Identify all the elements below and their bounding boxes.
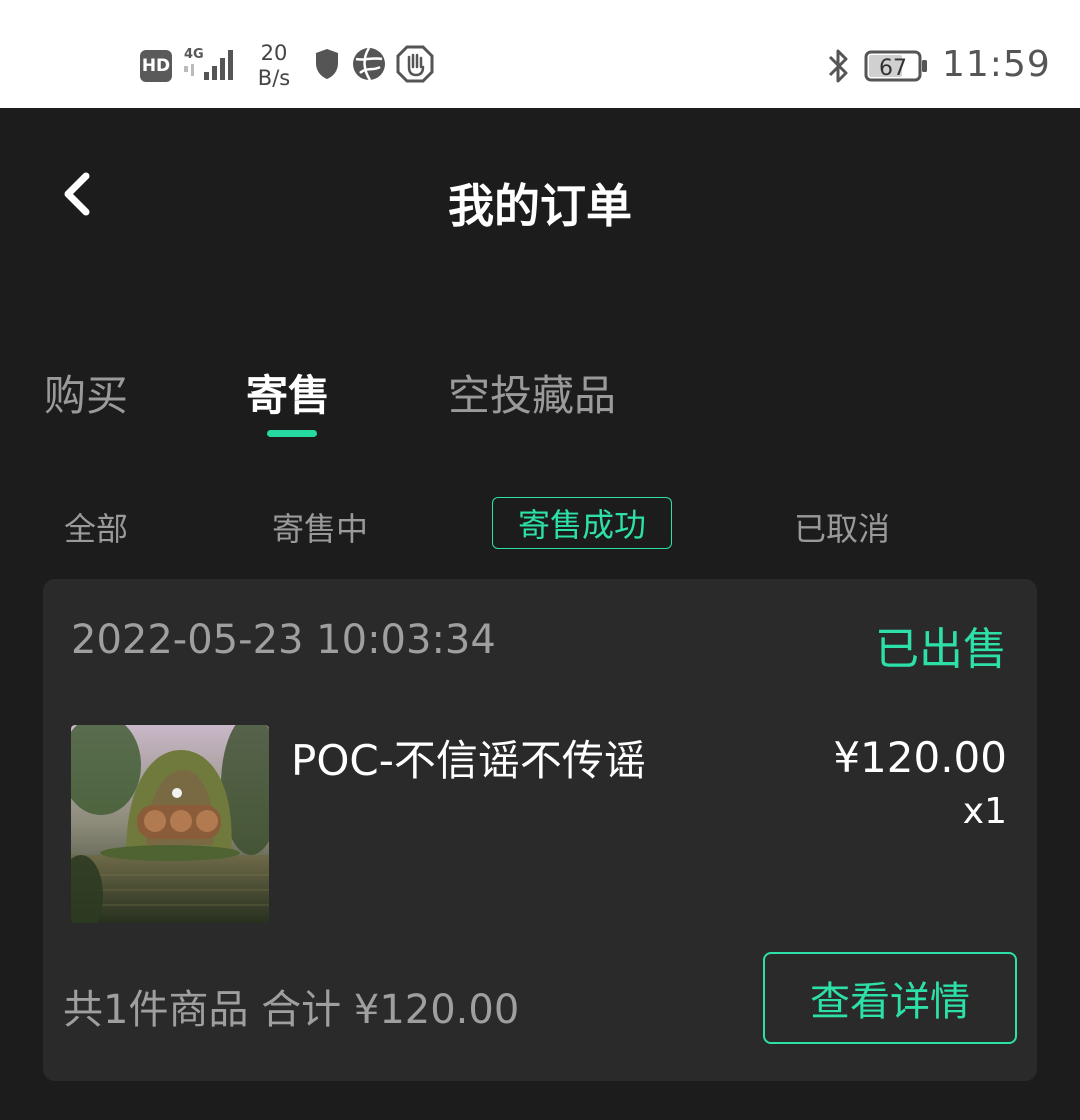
hd-icon: HD [140,50,172,82]
hand-stop-icon [396,44,434,84]
network-speed: 20 B/s [254,38,294,94]
page-title: 我的订单 [448,179,632,233]
clock: 11:59 [942,44,1051,85]
subtab-consigning[interactable]: 寄售中 [272,504,368,550]
subtab-all[interactable]: 全部 [64,504,128,550]
product-quantity: x1 [962,791,1007,832]
shield-icon [308,44,346,84]
subtab-consign-success[interactable]: 寄售成功 [492,497,672,549]
order-summary: 共1件商品 合计 ¥120.00 [63,987,520,1033]
tab-consignment[interactable]: 寄售 [246,362,330,423]
speed-unit: B/s [257,66,291,90]
order-datetime: 2022-05-23 10:03:34 [71,617,496,663]
tab-purchase[interactable]: 购买 [44,362,128,423]
status-bar: HD 4G 20 B/s 67 11:59 [0,0,1080,108]
speed-value: 20 [260,41,288,65]
hd-label: HD [141,56,171,76]
product-name: POC-不信谣不传谣 [291,736,646,785]
4g-signal-icon: 4G [182,44,238,84]
svg-text:4G: 4G [184,47,204,62]
active-tab-indicator [267,430,317,437]
product-price: ¥120.00 [833,733,1007,782]
order-card[interactable]: 2022-05-23 10:03:34 已出售 POC-不信谣不传谣 ¥120.… [43,579,1037,1081]
product-thumbnail[interactable] [71,725,269,923]
view-details-button[interactable]: 查看详情 [763,952,1017,1044]
order-status: 已出售 [875,624,1007,675]
tab-airdrop-collection[interactable]: 空投藏品 [448,362,616,423]
battery-icon: 67 [864,49,930,83]
globe-icon [350,44,388,84]
battery-level: 67 [879,56,907,81]
bluetooth-icon [824,46,854,86]
subtab-cancelled[interactable]: 已取消 [794,504,890,550]
